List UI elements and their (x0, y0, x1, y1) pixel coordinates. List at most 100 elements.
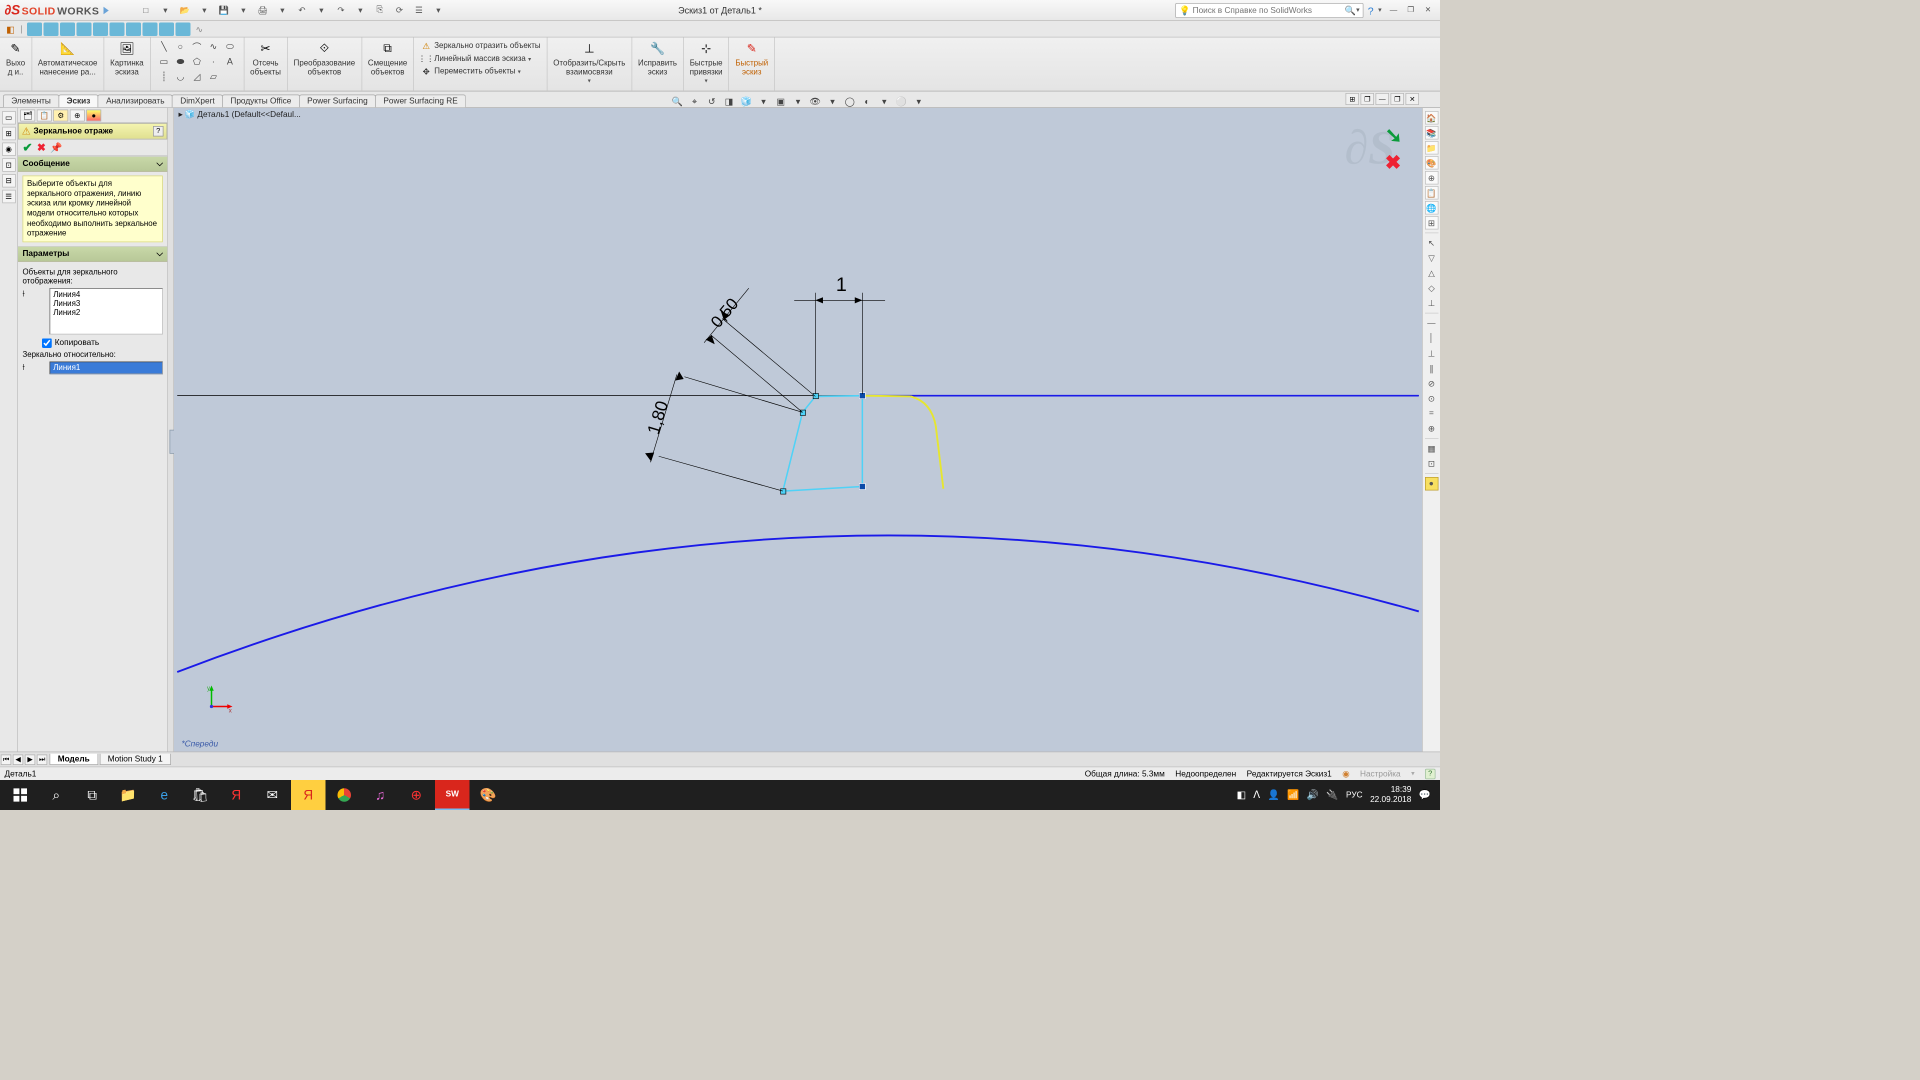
pm-pushpin-button[interactable]: 📌 (50, 141, 62, 153)
feature-curve-icon[interactable]: ∿ (192, 22, 207, 36)
plane-icon[interactable]: ▱ (206, 70, 221, 84)
task-view-icon[interactable]: ⧉ (75, 780, 110, 810)
collapse-icon[interactable]: ⌵ (156, 159, 162, 169)
feature-hole-icon[interactable] (142, 22, 157, 36)
dropdown-icon[interactable]: ▾ (705, 77, 708, 84)
tray-app-icon[interactable]: ◧ (1237, 789, 1246, 801)
snap-icon[interactable]: ⊡ (1425, 457, 1439, 471)
grid-icon[interactable]: ▦ (1425, 442, 1439, 456)
pm-section-header[interactable]: Сообщение⌵ (18, 157, 167, 172)
dropdown-icon[interactable]: ▾ (315, 3, 329, 17)
feature-cut-extrude-icon[interactable] (109, 22, 124, 36)
zoom-area-icon[interactable]: ⌖ (687, 95, 702, 109)
sketch-ok-button[interactable]: ➘ (1385, 123, 1403, 148)
battery-icon[interactable]: 🔌 (1326, 789, 1338, 801)
dropdown-icon[interactable]: ▾ (1378, 6, 1381, 14)
filter-icon[interactable]: ▽ (1425, 251, 1439, 265)
people-icon[interactable]: 👤 (1267, 789, 1279, 801)
dimension-value[interactable]: 0,50 (707, 294, 742, 331)
close-button[interactable]: ✕ (1421, 4, 1436, 16)
task-custom-props-icon[interactable]: 📋 (1425, 186, 1439, 200)
relation-parallel-icon[interactable]: ∥ (1425, 362, 1439, 376)
dimension-value[interactable]: 1,80 (643, 398, 672, 436)
ribbon-snaps[interactable]: ⊹ Быстрые привязки ▾ (684, 38, 730, 91)
pm-entities-list[interactable]: Линия4 Линия3 Линия2 (50, 288, 163, 335)
point-icon[interactable]: · (206, 55, 221, 69)
zoom-fit-icon[interactable]: 🔍 (670, 95, 685, 109)
dropdown-icon[interactable]: ▾ (528, 55, 531, 62)
motion-study-tab[interactable]: Motion Study 1 (99, 754, 171, 765)
redo-icon[interactable]: ↷ (334, 3, 348, 17)
paint-icon[interactable]: 🎨 (471, 780, 506, 810)
mail-icon[interactable]: ✉ (255, 780, 290, 810)
undo-icon[interactable]: ↶ (295, 3, 309, 17)
feature-cut-revolve-icon[interactable] (126, 22, 141, 36)
filter-icon[interactable]: △ (1425, 266, 1439, 280)
dropdown-icon[interactable]: ▾ (276, 3, 290, 17)
pm-help-button[interactable]: ? (153, 126, 164, 137)
circle-icon[interactable]: ○ (173, 40, 188, 54)
ribbon-quick-sketch[interactable]: ✎ Быстрый эскиз (729, 38, 775, 91)
dropdown-icon[interactable]: ▾ (354, 3, 368, 17)
view-orient-icon[interactable]: 🧊 (739, 95, 754, 109)
pm-ok-button[interactable]: ✔ (23, 140, 33, 155)
left-tool-icon[interactable]: ☰ (2, 190, 16, 204)
show-hidden-icon[interactable]: ᐱ (1253, 789, 1260, 801)
feature-fillet-icon[interactable] (159, 22, 174, 36)
mdi-cascade-icon[interactable]: ❐ (1361, 93, 1375, 105)
rebuild-icon[interactable]: ⟳ (393, 3, 407, 17)
feature-sweep-icon[interactable] (60, 22, 75, 36)
task-file-explorer-icon[interactable]: 📁 (1425, 141, 1439, 155)
ribbon-repair[interactable]: 🔧 Исправить эскиз (632, 38, 684, 91)
feature-boundary-icon[interactable] (93, 22, 108, 36)
feature-revolve-icon[interactable] (43, 22, 58, 36)
tab-sketch[interactable]: Эскиз (58, 95, 98, 108)
file-explorer-icon[interactable]: 📁 (111, 780, 146, 810)
select-icon[interactable]: ⎘ (373, 3, 387, 17)
text-icon[interactable]: A (222, 55, 237, 69)
prev-view-icon[interactable]: ↺ (704, 95, 719, 109)
solidworks-taskbar-icon[interactable]: SW (435, 780, 470, 810)
dropdown-icon[interactable]: ▾ (588, 77, 591, 84)
list-item[interactable]: Линия4 (53, 290, 159, 299)
itunes-icon[interactable]: ♫ (363, 780, 398, 810)
hide-show-icon[interactable]: 👁 (808, 95, 823, 109)
edge-icon[interactable]: e (147, 780, 182, 810)
ribbon-trim[interactable]: ✂ Отсечь объекты (244, 38, 287, 91)
start-button[interactable] (3, 780, 38, 810)
dropdown-icon[interactable]: ▾ (432, 3, 446, 17)
tray-clock[interactable]: 18:39 22.09.2018 (1370, 786, 1411, 805)
store-icon[interactable]: 🛍 (183, 780, 218, 810)
ribbon-sketch-picture[interactable]: 🖼 Картинка эскиза (104, 38, 150, 91)
options-icon[interactable]: ☰ (412, 3, 426, 17)
feature-pattern-icon[interactable] (175, 22, 190, 36)
centerline-icon[interactable]: ┊ (156, 70, 171, 84)
slot-icon[interactable]: ⬬ (173, 55, 188, 69)
dropdown-icon[interactable]: ▾ (518, 68, 521, 75)
tab-office[interactable]: Продукты Office (222, 95, 299, 108)
dimension-value[interactable]: 1 (836, 274, 847, 296)
tab-features[interactable]: Элементы (3, 95, 59, 108)
search-icon[interactable]: 🔍 (1345, 5, 1356, 16)
collapse-icon[interactable]: ⌵ (156, 249, 162, 259)
relation-perpendicular-icon[interactable]: ⊥ (1425, 347, 1439, 361)
fm-flyout[interactable]: ▸ 🧊 Деталь1 (Default<<Defaul... (179, 110, 301, 120)
task-view-palette-icon[interactable]: 🎨 (1425, 156, 1439, 170)
ribbon-convert[interactable]: ⟐ Преобразование объектов (288, 38, 362, 91)
task-design-library-icon[interactable]: 📚 (1425, 126, 1439, 140)
filter-icon[interactable]: ◇ (1425, 281, 1439, 295)
pm-copy-checkbox[interactable]: Копировать (42, 338, 163, 348)
mdi-tile-icon[interactable]: ⊞ (1346, 93, 1360, 105)
line-icon[interactable]: ╲ (156, 40, 171, 54)
left-tool-icon[interactable]: ◉ (2, 143, 16, 157)
status-customize[interactable]: Настройка (1360, 769, 1401, 778)
fm-tab-config-icon[interactable]: ⚙ (53, 110, 68, 122)
status-help-icon[interactable]: ? (1425, 768, 1436, 779)
dropdown-icon[interactable]: ▾ (756, 95, 771, 109)
yandex-disk-icon[interactable]: Я (291, 780, 326, 810)
scene-icon[interactable]: ◐ (860, 95, 875, 109)
view-settings-icon[interactable]: ⚪ (894, 95, 909, 109)
save-icon[interactable]: 💾 (217, 3, 231, 17)
dropdown-icon[interactable]: ▾ (911, 95, 926, 109)
mdi-restore-button[interactable]: ❐ (1391, 93, 1405, 105)
